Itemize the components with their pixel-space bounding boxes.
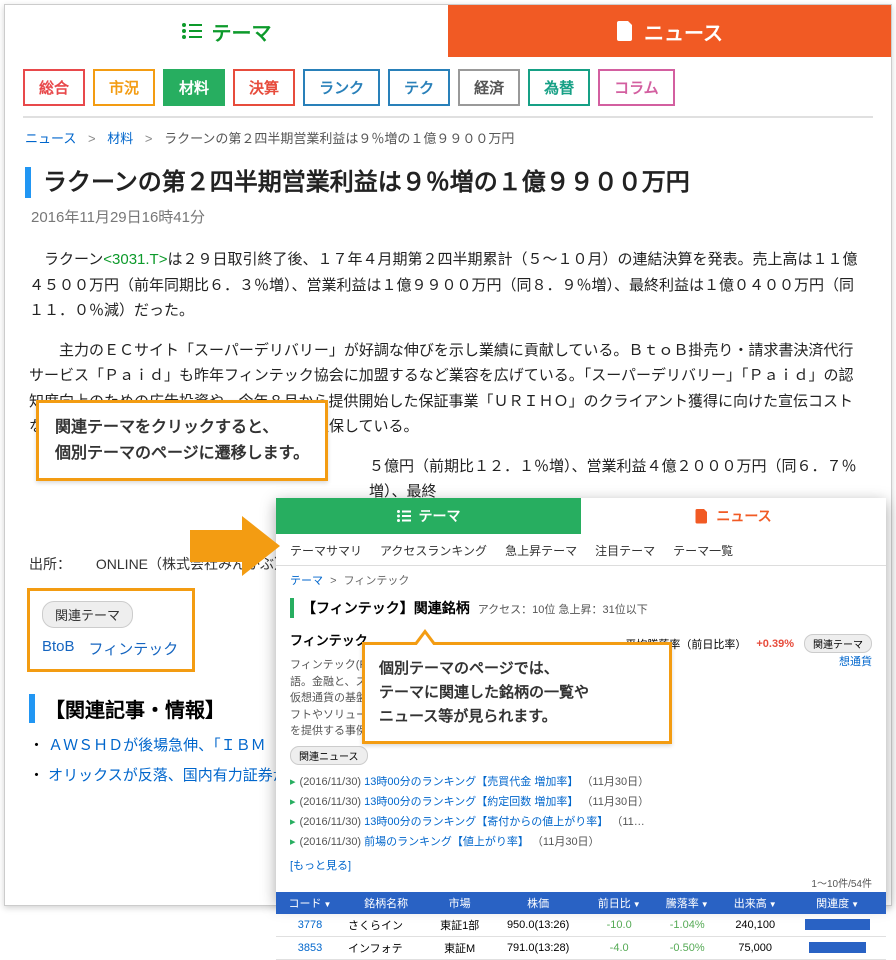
category-column[interactable]: コラム [598, 69, 675, 106]
relevance-bar [805, 919, 869, 930]
sub-breadcrumb: テーマ > フィンテック [276, 566, 886, 594]
category-row: 総合 市況 材料 決算 ランク テク 経済 為替 コラム [5, 57, 891, 116]
related-article-link[interactable]: オリックスが反落、国内有力証券が [48, 767, 288, 784]
news-link[interactable]: 13時00分のランキング【売買代金 増加率】 [364, 776, 578, 788]
page-info: 1～10件/54件 [276, 873, 886, 892]
sub-title: 【フィンテック】関連銘柄アクセス：10位 急上昇：31位以下 [290, 598, 872, 618]
callout-theme-click: 関連テーマをクリックすると、 個別テーマのページに遷移します。 [36, 400, 328, 481]
tab-news-label: ニュース [644, 17, 723, 46]
category-kessan[interactable]: 決算 [233, 69, 295, 106]
category-rank[interactable]: ランク [303, 69, 380, 106]
main-tabs: テーマ ニュース [5, 5, 891, 57]
th-code[interactable]: コード▼ [276, 892, 344, 914]
article-title: ラクーンの第２四半期営業利益は９％増の１億９９００万円 [25, 167, 871, 198]
list-icon [182, 23, 202, 39]
breadcrumb: ニュース > 材料 > ラクーンの第２四半期営業利益は９％増の１億９９００万円 [5, 118, 891, 157]
tab-theme-label: テーマ [212, 17, 272, 46]
th-pct[interactable]: 騰落率▼ [653, 892, 721, 914]
th-vol[interactable]: 出来高▼ [721, 892, 789, 914]
breadcrumb-news[interactable]: ニュース [25, 131, 76, 146]
stock-table: コード▼ 銘柄名称 市場 株価 前日比▼ 騰落率▼ 出来高▼ 関連度▼ 3778… [276, 892, 886, 960]
article-date: 2016年11月29日16時41分 [31, 206, 865, 227]
sub-nav-item[interactable]: 急上昇テーマ [505, 542, 577, 559]
sub-tag-right[interactable]: 想通貨 [839, 656, 872, 668]
tab-theme[interactable]: テーマ [5, 5, 448, 57]
sub-fintech-heading: フィンテック [290, 630, 368, 649]
sub-news-list: ▸(2016/11/30) 13時00分のランキング【売買代金 増加率】 （11… [290, 771, 872, 851]
category-sougou[interactable]: 総合 [23, 69, 85, 106]
article-body: ラクーン<3031.T>は２９日取引終了後、１７年４月期第２四半期累計（５～１０… [29, 247, 867, 534]
table-row[interactable]: 3853 インフォテ 東証M 791.0(13:28) -4.0 -0.50% … [276, 936, 886, 959]
relevance-bar [809, 942, 866, 953]
category-zairyou[interactable]: 材料 [163, 69, 225, 106]
document-icon [695, 509, 708, 524]
related-theme-tag-btob[interactable]: BtoB [42, 638, 75, 659]
rate-value: +0.39% [756, 638, 794, 650]
ticker-link[interactable]: <3031.T> [103, 251, 167, 268]
th-price[interactable]: 株価 [491, 892, 585, 914]
related-news-label: 関連ニュース [290, 746, 368, 765]
sub-nav-item[interactable]: テーマ一覧 [673, 542, 733, 559]
category-keizai[interactable]: 経済 [458, 69, 520, 106]
news-link[interactable]: 13時00分のランキング【寄付からの値上がり率】 [364, 816, 608, 828]
breadcrumb-zairyou[interactable]: 材料 [107, 131, 133, 146]
related-theme-pill[interactable]: 関連テーマ [804, 634, 872, 653]
more-link[interactable]: [もっと見る] [290, 860, 351, 872]
category-shikyou[interactable]: 市況 [93, 69, 155, 106]
sub-tab-theme[interactable]: テーマ [276, 498, 581, 534]
related-article-link[interactable]: ＡＷＳＨＤが後場急伸、「ＩＢＭ [48, 737, 266, 754]
table-row[interactable]: 3778 さくらイン 東証1部 950.0(13:26) -10.0 -1.04… [276, 914, 886, 937]
tab-news[interactable]: ニュース [448, 5, 891, 57]
callout-theme-page: 個別テーマのページでは、 テーマに関連した銘柄の一覧や ニュース等が見られます。 [362, 642, 672, 744]
category-kawase[interactable]: 為替 [528, 69, 590, 106]
sub-nav-item[interactable]: アクセスランキング [380, 542, 487, 559]
news-link[interactable]: 前場のランキング【値上がり率】 [364, 836, 529, 848]
th-diff[interactable]: 前日比▼ [585, 892, 653, 914]
arrow-icon [190, 516, 280, 576]
sub-tab-news[interactable]: ニュース [581, 498, 886, 534]
related-theme-label: 関連テーマ [42, 601, 133, 628]
th-rel[interactable]: 関連度▼ [789, 892, 886, 914]
news-link[interactable]: 13時00分のランキング【約定回数 増加率】 [364, 796, 578, 808]
sub-nav: テーマサマリ アクセスランキング 急上昇テーマ 注目テーマ テーマ一覧 [276, 534, 886, 566]
document-icon [616, 21, 634, 41]
list-icon [397, 510, 411, 522]
related-theme-tag-fintech[interactable]: フィンテック [89, 638, 179, 659]
th-market[interactable]: 市場 [428, 892, 491, 914]
breadcrumb-current: ラクーンの第２四半期営業利益は９％増の１億９９００万円 [164, 131, 514, 146]
th-name[interactable]: 銘柄名称 [344, 892, 428, 914]
related-theme-box: 関連テーマ BtoB フィンテック [27, 588, 195, 672]
sub-nav-item[interactable]: 注目テーマ [595, 542, 655, 559]
category-tech[interactable]: テク [388, 69, 450, 106]
sub-nav-item[interactable]: テーマサマリ [290, 542, 362, 559]
